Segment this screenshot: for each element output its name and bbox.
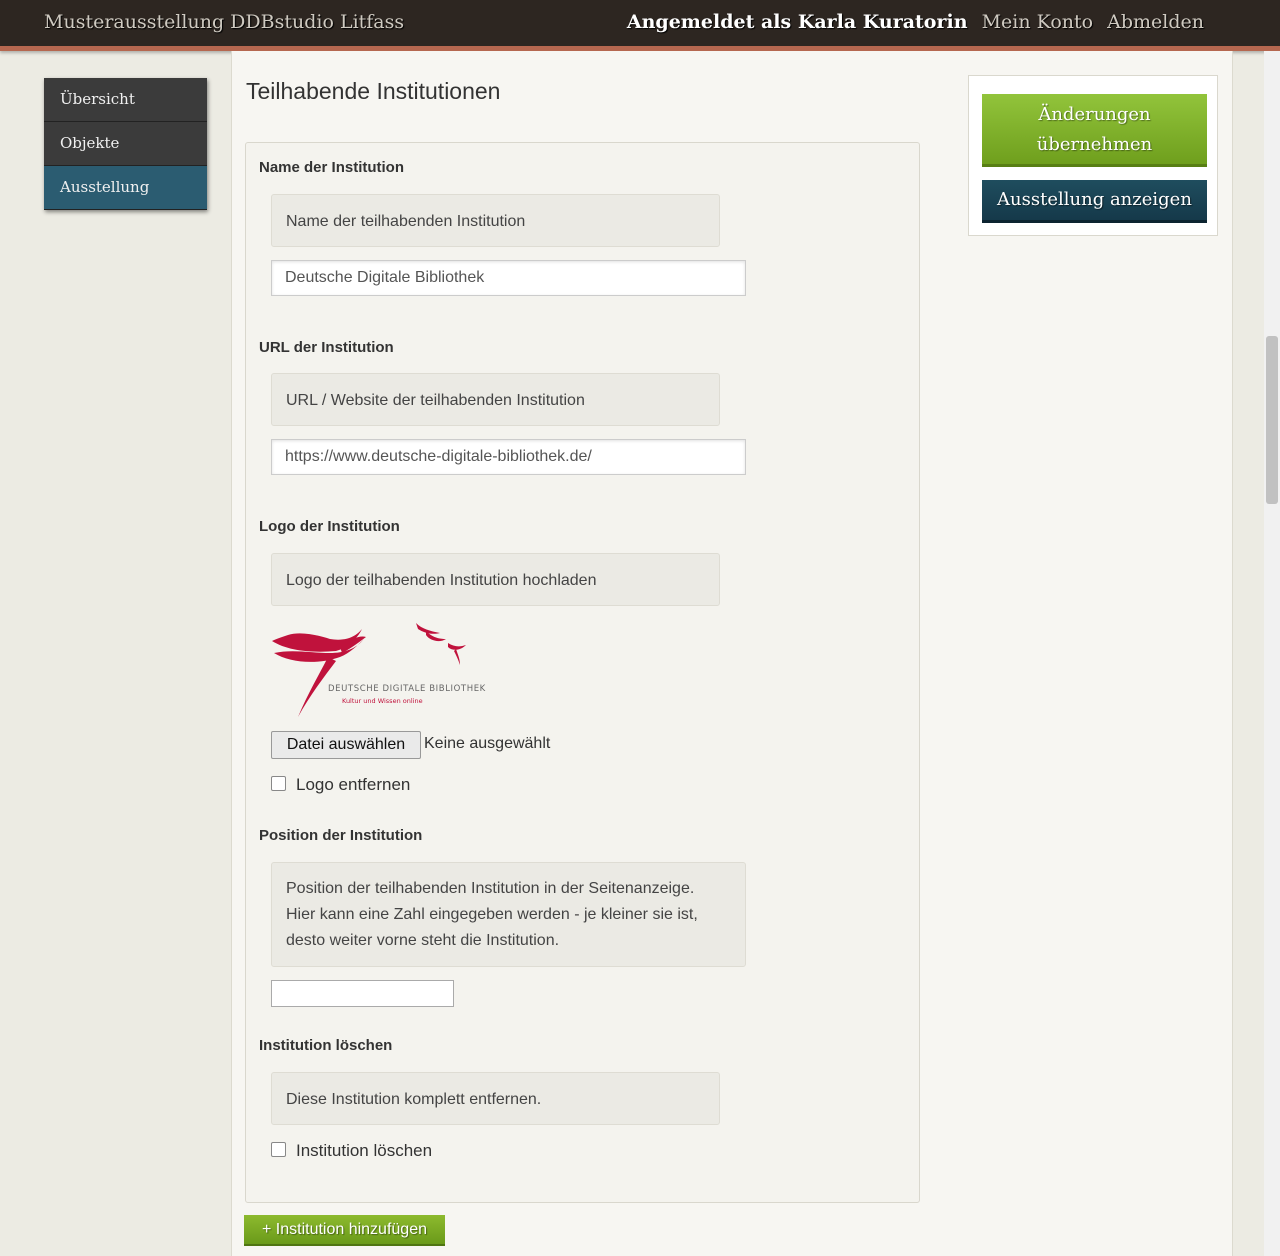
apply-label-line: Änderungen xyxy=(1038,104,1151,125)
delete-institution-label[interactable]: Institution löschen xyxy=(296,1141,432,1161)
scrollbar[interactable] xyxy=(1264,51,1280,1256)
logout-link[interactable]: Abmelden xyxy=(1107,11,1204,33)
logged-in-status: Angemeldet als Karla Kuratorin xyxy=(626,11,968,33)
delete-label: Institution löschen xyxy=(259,1037,393,1054)
position-hint-line: desto weiter vorne steht die Institution… xyxy=(286,932,560,949)
actions-box: Änderungen übernehmen Ausstellung anzeig… xyxy=(968,75,1218,236)
sidebar-item-uebersicht[interactable]: Übersicht xyxy=(44,78,207,122)
institution-logo-image: DEUTSCHE DIGITALE BIBLIOTHEK Kultur und … xyxy=(272,623,486,717)
url-input[interactable]: https://www.deutsche-digitale-bibliothek… xyxy=(271,439,746,475)
position-hint-line: Position der teilhabenden Institution in… xyxy=(286,880,695,897)
page-title: Teilhabende Institutionen xyxy=(246,78,501,104)
sidebar-item-ausstellung[interactable]: Ausstellung xyxy=(44,166,207,210)
institution-panel: Name der Institution Name der teilhabend… xyxy=(245,142,920,1203)
sidebar-nav: Übersicht Objekte Ausstellung xyxy=(44,78,207,210)
user-nav: Angemeldet als Karla Kuratorin Mein Kont… xyxy=(619,11,1204,33)
url-label: URL der Institution xyxy=(259,339,394,356)
logo-text-sub: Kultur und Wissen online xyxy=(342,697,423,705)
logo-hint: Logo der teilhabenden Institution hochla… xyxy=(271,553,720,606)
position-label: Position der Institution xyxy=(259,827,423,844)
top-bar: Musterausstellung DDBstudio Litfass Ange… xyxy=(0,0,1280,51)
sidebar-item-objekte[interactable]: Objekte xyxy=(44,122,207,166)
position-hint-line: Hier kann eine Zahl eingegeben werden - … xyxy=(286,906,698,923)
account-link[interactable]: Mein Konto xyxy=(982,11,1094,33)
main-content: Teilhabende Institutionen Name der Insti… xyxy=(231,51,1233,1256)
choose-file-button[interactable]: Datei auswählen xyxy=(271,731,421,759)
name-label: Name der Institution xyxy=(259,159,405,176)
name-hint: Name der teilhabenden Institution xyxy=(271,194,720,247)
name-input[interactable]: Deutsche Digitale Bibliothek xyxy=(271,260,746,296)
apply-label-line: übernehmen xyxy=(1036,134,1153,155)
scrollbar-thumb[interactable] xyxy=(1266,336,1278,504)
logo-label: Logo der Institution xyxy=(259,518,400,535)
url-hint: URL / Website der teilhabenden Instituti… xyxy=(271,373,720,426)
site-title[interactable]: Musterausstellung DDBstudio Litfass xyxy=(44,11,404,33)
logo-text-main: DEUTSCHE DIGITALE BIBLIOTHEK xyxy=(328,684,486,694)
position-hint: Position der teilhabenden Institution in… xyxy=(271,862,746,967)
position-input[interactable] xyxy=(271,980,454,1007)
apply-changes-button[interactable]: Änderungen übernehmen xyxy=(982,94,1207,167)
add-institution-button[interactable]: + Institution hinzufügen xyxy=(244,1215,445,1246)
view-exhibition-button[interactable]: Ausstellung anzeigen xyxy=(982,180,1207,223)
delete-institution-checkbox[interactable] xyxy=(271,1142,286,1157)
remove-logo-label[interactable]: Logo entfernen xyxy=(296,775,410,795)
file-status: Keine ausgewählt xyxy=(424,735,551,752)
remove-logo-checkbox[interactable] xyxy=(271,776,286,791)
delete-hint: Diese Institution komplett entfernen. xyxy=(271,1072,720,1125)
